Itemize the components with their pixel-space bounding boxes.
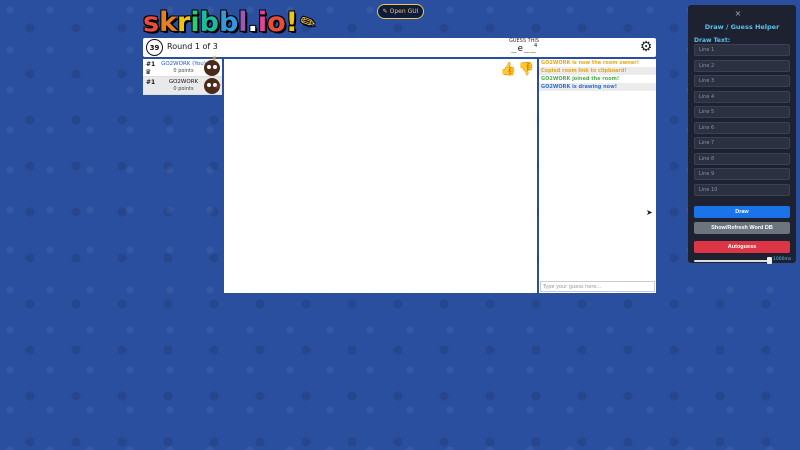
draw-button[interactable]: Draw	[694, 206, 790, 218]
logo-letter: i	[257, 7, 268, 38]
player-points: 0 points	[173, 86, 194, 92]
player-name: GO2WORK	[168, 79, 199, 85]
mouse-cursor-icon: ➤	[646, 208, 653, 217]
player-list: #1 ♛ GO2WORK (You) 0 points ♛ #1 GO2WORK…	[143, 55, 224, 96]
delay-slider-track[interactable]	[694, 260, 768, 262]
open-gui-button[interactable]: ✎ Open GUI	[377, 4, 424, 19]
draw-line-input[interactable]	[694, 122, 790, 134]
game-header: 39 Round 1 of 3 GUESS THIS _e__ 4 ⚙	[143, 38, 656, 57]
guess-input[interactable]	[540, 281, 655, 292]
chat-panel: GO2WORK is now the room owner! Copied ro…	[539, 59, 656, 293]
player-rank: #1	[146, 61, 156, 68]
player-rank: #1	[146, 79, 156, 86]
helper-title: Draw / Guess Helper	[704, 23, 780, 31]
timer-value: 39	[149, 43, 160, 52]
draw-guess-helper-panel: × Draw / Guess Helper Draw Text: Draw Sh…	[688, 5, 796, 264]
pencil-icon: ✎	[382, 8, 388, 15]
chat-messages: GO2WORK is now the room owner! Copied ro…	[539, 59, 656, 91]
open-gui-label: Open GUI	[389, 8, 419, 15]
draw-line-input[interactable]	[694, 184, 790, 196]
logo-letter: l	[238, 7, 248, 38]
chat-message: GO2WORK joined the room!	[541, 76, 620, 82]
skribbl-logo: s k r i b b l. i o! ✏	[143, 7, 318, 38]
player-row[interactable]: #1 ♛ GO2WORK (You) 0 points ♛	[143, 55, 222, 77]
draw-line-input[interactable]	[694, 91, 790, 103]
logo-letter: s	[143, 7, 160, 38]
word-hint: _e__	[511, 44, 537, 54]
draw-line-input[interactable]	[694, 60, 790, 72]
logo-letter: r	[177, 7, 191, 38]
draw-line-input[interactable]	[694, 168, 790, 180]
delay-slider-handle[interactable]	[767, 257, 772, 264]
player-row[interactable]: #1 GO2WORK 0 points ✏	[143, 77, 224, 95]
draw-line-input[interactable]	[694, 153, 790, 165]
logo-letter: b	[199, 7, 219, 38]
chat-message: GO2WORK is drawing now!	[539, 83, 656, 91]
owner-crown-icon: ♛	[145, 68, 152, 76]
logo-letter: i	[190, 7, 200, 38]
draw-line-input[interactable]	[694, 44, 790, 56]
refresh-word-db-button[interactable]: Show/Refresh Word DB	[694, 222, 790, 234]
drawing-canvas[interactable]: 👍 👎	[224, 59, 537, 293]
crown-icon: ♛	[211, 55, 217, 62]
autoguess-button[interactable]: Autoguess	[694, 241, 790, 253]
player-name: GO2WORK (You)	[161, 61, 206, 67]
word-length: 4	[534, 43, 538, 49]
chat-message: GO2WORK is now the room owner!	[541, 60, 639, 66]
logo-letter: k	[159, 7, 178, 38]
draw-line-input[interactable]	[694, 106, 790, 118]
logo-pencil-icon: ✏	[297, 10, 319, 35]
chat-message: Copied room link to clipboard!	[539, 67, 656, 75]
thumbs-up-icon[interactable]: 👍	[500, 62, 516, 78]
avatar	[204, 60, 220, 76]
player-points: 0 points	[173, 68, 194, 74]
draw-line-input[interactable]	[694, 75, 790, 87]
logo-letter: .	[247, 7, 258, 38]
draw-line-input[interactable]	[694, 137, 790, 149]
timer-clock: 39	[146, 39, 163, 56]
draw-text-label: Draw Text:	[694, 37, 731, 44]
thumbs-down-icon[interactable]: 👎	[518, 62, 534, 78]
gear-icon[interactable]: ⚙	[638, 39, 654, 55]
close-icon[interactable]: ×	[734, 10, 742, 18]
logo-letter: o	[267, 7, 286, 38]
logo-letter: b	[218, 7, 239, 38]
round-indicator: Round 1 of 3	[167, 42, 218, 51]
delay-slider-value: 1000ms	[773, 257, 792, 262]
